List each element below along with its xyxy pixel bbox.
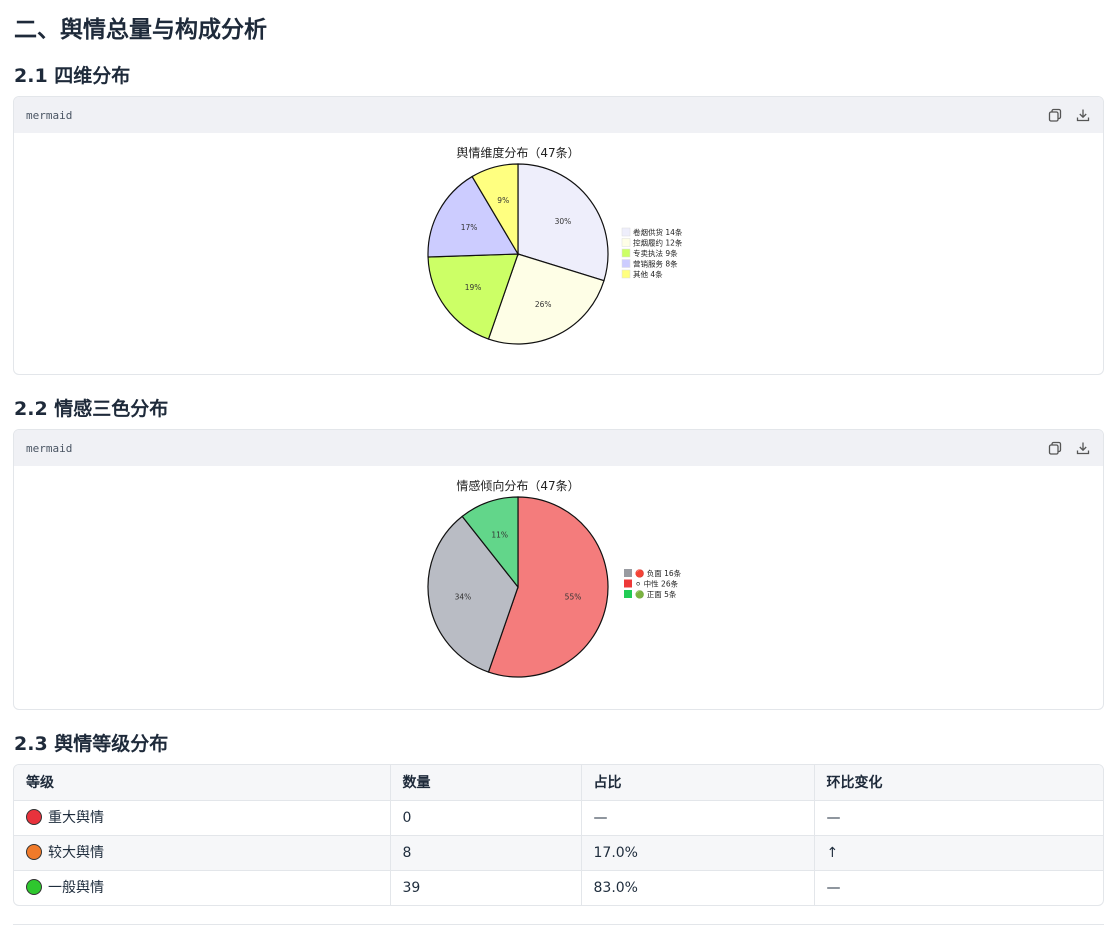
legend-label: 🟢 正面 5条 (635, 589, 677, 599)
change-cell: — (826, 879, 841, 896)
slice-percent-label: 55% (565, 592, 582, 601)
section-heading-2-2: 2.2 情感三色分布 (14, 398, 169, 420)
ratio-cell: 83.0% (581, 870, 815, 905)
download-icon[interactable] (1075, 440, 1091, 456)
copy-icon[interactable] (1047, 440, 1063, 456)
copy-icon[interactable] (1047, 107, 1063, 123)
code-block-header: mermaid (14, 430, 1103, 466)
slice-percent-label: 34% (455, 592, 472, 601)
legend-label: 🔴 负面 16条 (635, 568, 682, 578)
legend-label: 卷烟供货 14条 (633, 227, 683, 237)
legend-label: 专卖执法 9条 (633, 248, 678, 258)
mermaid-block-dimension: mermaid 舆情维度分布（47条） 30% 26% 19% 17% 9% 卷烟供货 14… (13, 96, 1104, 375)
legend-swatch (624, 579, 632, 588)
count-cell: 0 (390, 800, 582, 836)
legend-label: 营销服务 8条 (633, 259, 678, 269)
ratio-cell: — (581, 800, 815, 836)
table-row: 一般舆情 39 83.0% — (14, 870, 1103, 905)
chart-title: 舆情维度分布（47条） (456, 145, 579, 160)
section-heading-2-3: 2.3 舆情等级分布 (14, 733, 169, 755)
level-label: 较大舆情 (48, 844, 104, 861)
code-language-label: mermaid (26, 441, 73, 455)
change-cell: — (814, 800, 1103, 836)
legend-swatch (621, 248, 631, 258)
slice-percent-label: 19% (465, 283, 482, 292)
slice-percent-label: 9% (497, 196, 509, 205)
chart-title: 情感倾向分布（47条） (456, 478, 579, 493)
legend-swatch (621, 269, 631, 279)
table-row: 重大舆情 0 — — (14, 800, 1103, 836)
page-title: 二、舆情总量与构成分析 (14, 17, 267, 43)
code-block-header: mermaid (14, 97, 1103, 133)
legend-swatch (621, 227, 631, 237)
sentiment-pie-chart: 情感倾向分布（47条） 55% 34% 11% 🔴 负面 16条⚪ 中性 26条🟢 正面… (427, 478, 682, 678)
table-header-row: 等级 数量 占比 环比变化 (14, 765, 1103, 801)
column-header: 占比 (581, 765, 815, 801)
legend-label: 其他 4条 (633, 269, 663, 279)
slice-percent-label: 11% (491, 530, 508, 539)
column-header: 数量 (390, 765, 582, 801)
legend-swatch (624, 590, 632, 598)
level-cell: 较大舆情 (14, 835, 391, 871)
slice-percent-label: 30% (555, 217, 572, 226)
dimension-pie-chart: 舆情维度分布（47条） 30% 26% 19% 17% 9% 卷烟供货 14条控烟履约 12… (427, 145, 683, 345)
section-heading-2-1: 2.1 四维分布 (14, 65, 131, 87)
count-cell: 8 (390, 835, 582, 871)
level-cell: 重大舆情 (14, 800, 391, 836)
ratio-cell: 17.0% (581, 835, 815, 871)
column-header: 等级 (14, 765, 391, 801)
divider (13, 924, 1104, 925)
green-circle-icon (26, 878, 42, 895)
table-row: 较大舆情 8 17.0% ↑ (14, 835, 1103, 871)
change-cell: ↑ (814, 835, 1103, 871)
orange-circle-icon (26, 843, 42, 860)
code-language-label: mermaid (26, 108, 73, 122)
legend-label: 控烟履约 12条 (633, 238, 683, 248)
legend-label: ⚪ 中性 26条 (635, 579, 679, 589)
red-circle-icon (26, 808, 42, 825)
level-label: 一般舆情 (48, 879, 104, 896)
download-icon[interactable] (1075, 107, 1091, 123)
legend-swatch (621, 259, 631, 268)
level-table: 等级 数量 占比 环比变化 重大舆情 0 — — 较大舆情 8 17.0% ↑ … (13, 764, 1104, 906)
legend-swatch (621, 238, 631, 247)
column-header: 环比变化 (814, 765, 1103, 801)
legend-swatch (624, 569, 632, 577)
count-cell: 39 (390, 870, 582, 905)
level-label: 重大舆情 (48, 809, 104, 826)
slice-percent-label: 17% (461, 223, 478, 232)
slice-percent-label: 26% (535, 300, 552, 309)
mermaid-block-sentiment: mermaid 情感倾向分布（47条） 55% 34% 11% 🔴 负面 16条 ⚪ 中性… (13, 429, 1104, 710)
level-cell: 一般舆情 (14, 870, 391, 905)
